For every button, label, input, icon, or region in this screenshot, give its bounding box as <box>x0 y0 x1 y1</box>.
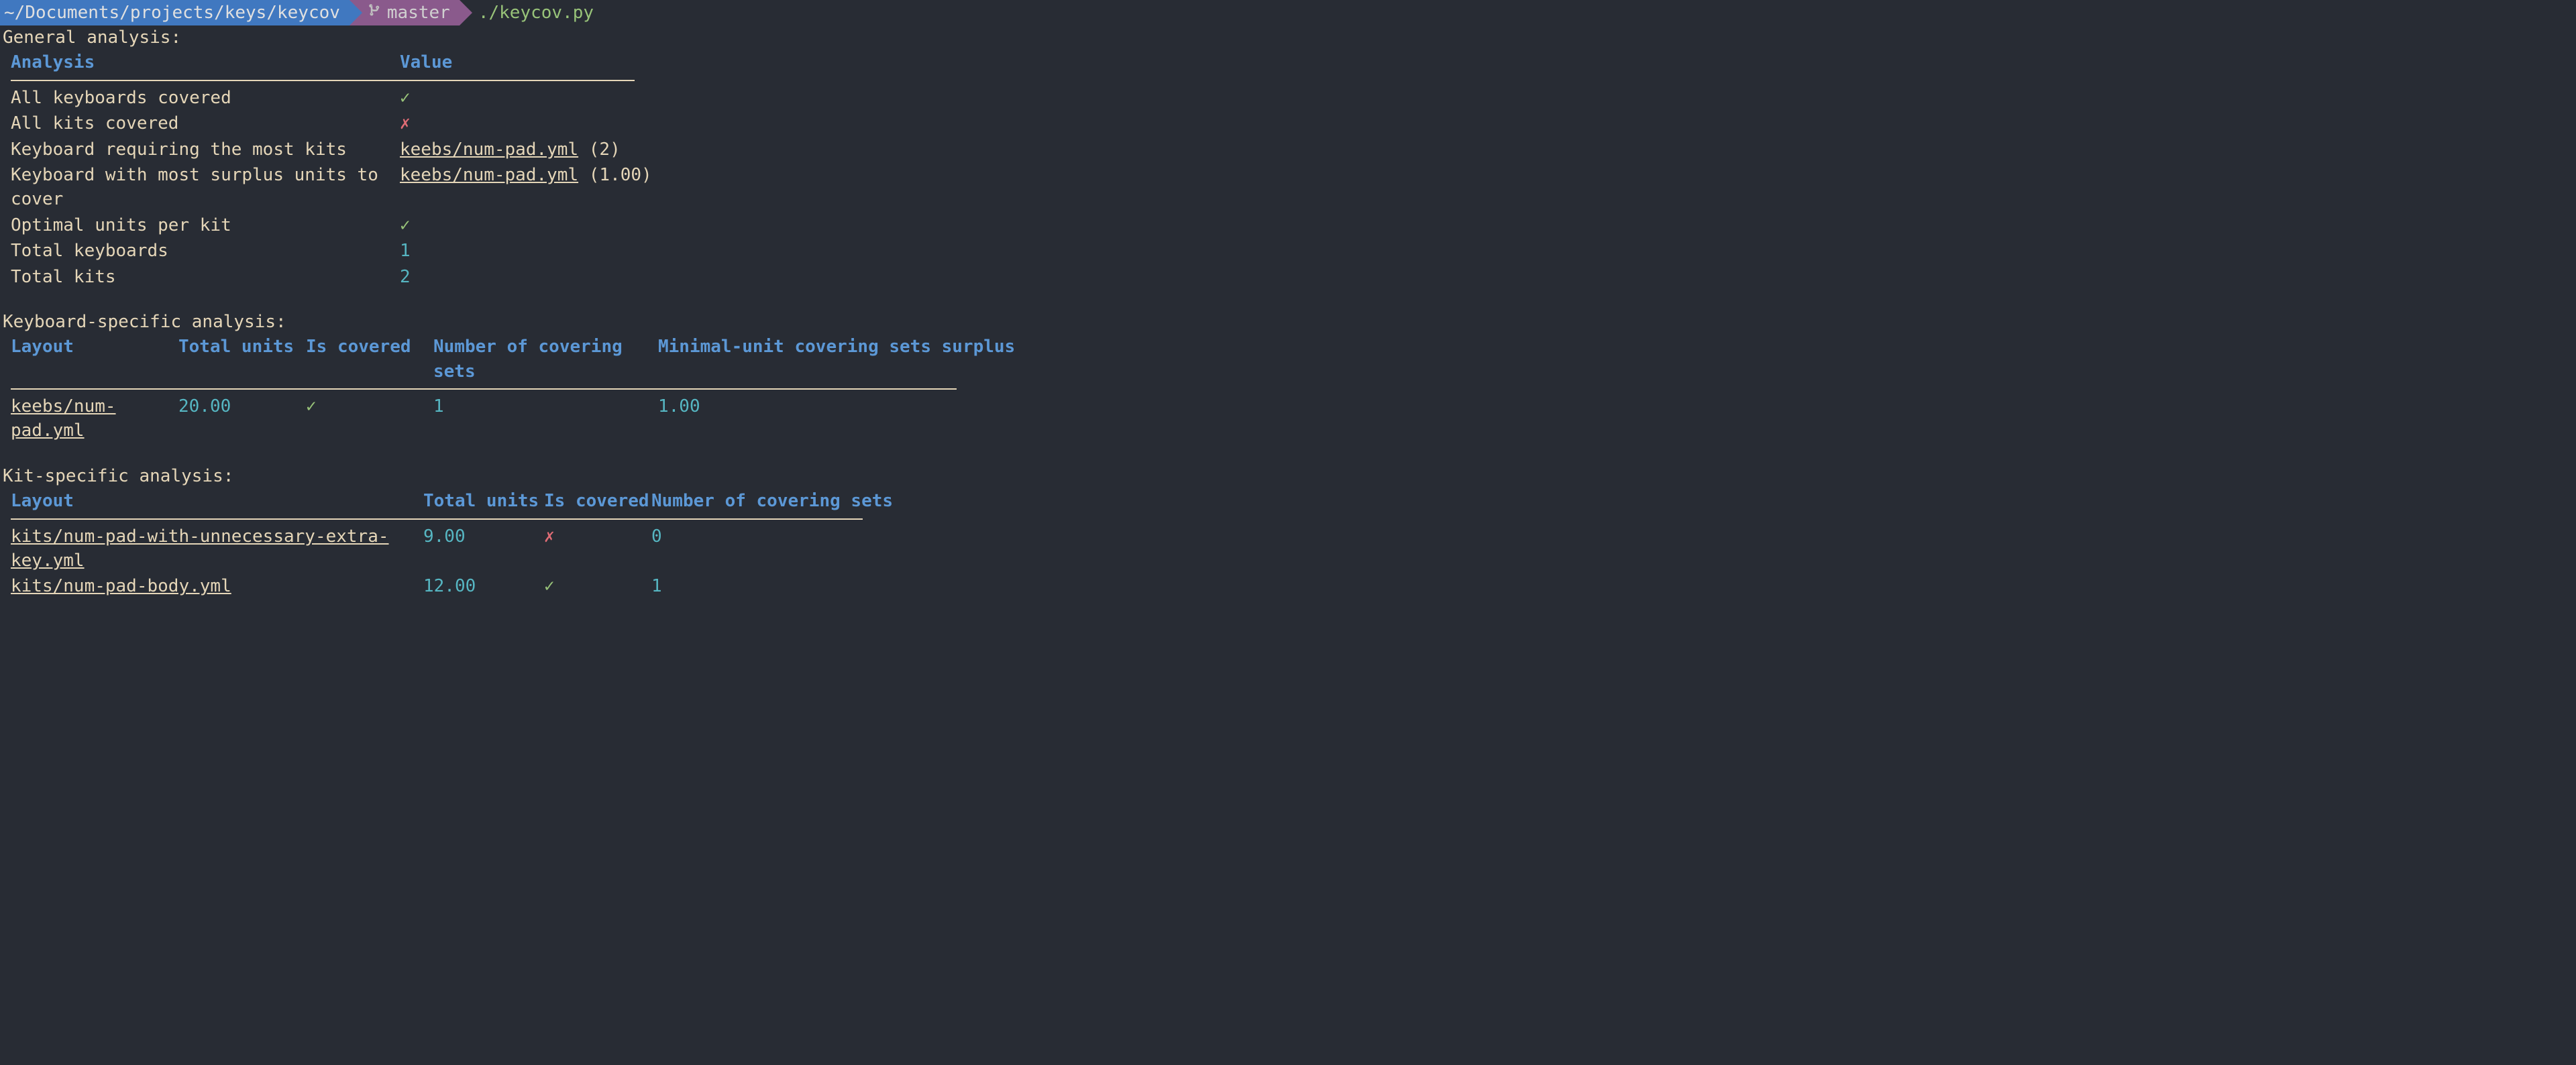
prompt-path-segment: ~/Documents/projects/keys/keycov <box>0 0 350 25</box>
value-text: 1 <box>400 241 411 261</box>
keyboard-divider <box>11 388 957 390</box>
value-text: ✗ <box>400 113 411 133</box>
general-row-value: 2 <box>400 265 2565 289</box>
file-link[interactable]: kits/num-pad-with-unnecessary-extra-key.… <box>11 526 389 571</box>
working-directory: ~/Documents/projects/keys/keycov <box>4 1 340 25</box>
kit-header-total-units: Total units <box>423 489 544 513</box>
keyboard-analysis-title: Keyboard-specific analysis: <box>3 310 2573 334</box>
general-row-label: Total keyboards <box>11 239 400 263</box>
kit-header-row: Layout Total units Is covered Number of … <box>3 488 2573 514</box>
kit-num-covering: 0 <box>651 524 2565 573</box>
keyboard-total-units: 20.00 <box>178 394 306 443</box>
value-text: ✓ <box>400 88 411 108</box>
general-analysis-title: General analysis: <box>3 25 2573 50</box>
general-divider <box>11 80 635 81</box>
general-header-analysis: Analysis <box>11 50 400 74</box>
kit-num-covering: 1 <box>651 574 2565 598</box>
keyboard-header-is-covered: Is covered <box>306 335 433 384</box>
kit-divider <box>11 518 863 520</box>
keyboard-header-layout: Layout <box>11 335 178 384</box>
keyboard-num-covering: 1 <box>433 394 658 443</box>
general-row-value: ✓ <box>400 86 2565 110</box>
keyboard-row: keebs/num-pad.yml 20.00✓11.00 <box>3 394 2573 444</box>
value-text: 2 <box>400 267 411 287</box>
kit-header-is-covered: Is covered <box>544 489 651 513</box>
value-suffix: (2) <box>578 139 621 160</box>
value-text: ✓ <box>400 215 411 235</box>
general-row: Keyboard with most surplus units to cove… <box>3 162 2573 213</box>
kit-is-covered: ✗ <box>544 524 651 573</box>
kit-header-num-covering: Number of covering sets <box>651 489 2565 513</box>
kit-total-units: 12.00 <box>423 574 544 598</box>
prompt-branch-segment: master <box>350 0 460 25</box>
kit-header-layout: Layout <box>11 489 423 513</box>
git-branch-icon <box>368 1 382 25</box>
general-row: Keyboard requiring the most kitskeebs/nu… <box>3 137 2573 162</box>
general-row: Total keyboards1 <box>3 238 2573 264</box>
kit-total-units: 9.00 <box>423 524 544 573</box>
general-row-label: Optimal units per kit <box>11 213 400 237</box>
kit-row: kits/num-pad-body.yml 12.00✓1 <box>3 573 2573 599</box>
general-row-label: Keyboard with most surplus units to cove… <box>11 163 400 212</box>
shell-prompt: ~/Documents/projects/keys/keycov master … <box>0 0 2576 25</box>
keyboard-surplus: 1.00 <box>658 394 2565 443</box>
keyboard-header-num-covering: Number of covering sets <box>433 335 658 384</box>
general-row: All keyboards covered✓ <box>3 85 2573 111</box>
general-row-value: ✓ <box>400 213 2565 237</box>
keyboard-header-surplus: Minimal-unit covering sets surplus <box>658 335 2565 384</box>
kit-analysis-title: Kit-specific analysis: <box>3 464 2573 488</box>
kit-row: kits/num-pad-with-unnecessary-extra-key.… <box>3 524 2573 574</box>
general-header-value: Value <box>400 50 2565 74</box>
keyboard-is-covered: ✓ <box>306 394 433 443</box>
general-row-label: Keyboard requiring the most kits <box>11 137 400 162</box>
file-link[interactable]: keebs/num-pad.yml <box>400 139 578 160</box>
value-suffix: (1.00) <box>578 165 652 185</box>
file-link[interactable]: kits/num-pad-body.yml <box>11 576 231 596</box>
general-row-value: 1 <box>400 239 2565 263</box>
terminal-output: General analysis: Analysis Value All key… <box>0 25 2576 600</box>
general-row-value: ✗ <box>400 111 2565 135</box>
file-link[interactable]: keebs/num-pad.yml <box>400 165 578 185</box>
git-branch-name: master <box>387 1 450 25</box>
keyboard-header-total-units: Total units <box>178 335 306 384</box>
general-row: All kits covered✗ <box>3 111 2573 136</box>
general-row-label: All kits covered <box>11 111 400 135</box>
general-row: Total kits2 <box>3 264 2573 290</box>
general-header-row: Analysis Value <box>3 50 2573 75</box>
file-link[interactable]: keebs/num-pad.yml <box>11 396 116 441</box>
kit-is-covered: ✓ <box>544 574 651 598</box>
general-row-label: All keyboards covered <box>11 86 400 110</box>
command-text[interactable]: ./keycov.py <box>460 0 594 25</box>
keyboard-header-row: Layout Total units Is covered Number of … <box>3 334 2573 384</box>
general-row: Optimal units per kit✓ <box>3 213 2573 238</box>
general-row-value: keebs/num-pad.yml (2) <box>400 137 2565 162</box>
general-row-value: keebs/num-pad.yml (1.00) <box>400 163 2565 212</box>
general-row-label: Total kits <box>11 265 400 289</box>
